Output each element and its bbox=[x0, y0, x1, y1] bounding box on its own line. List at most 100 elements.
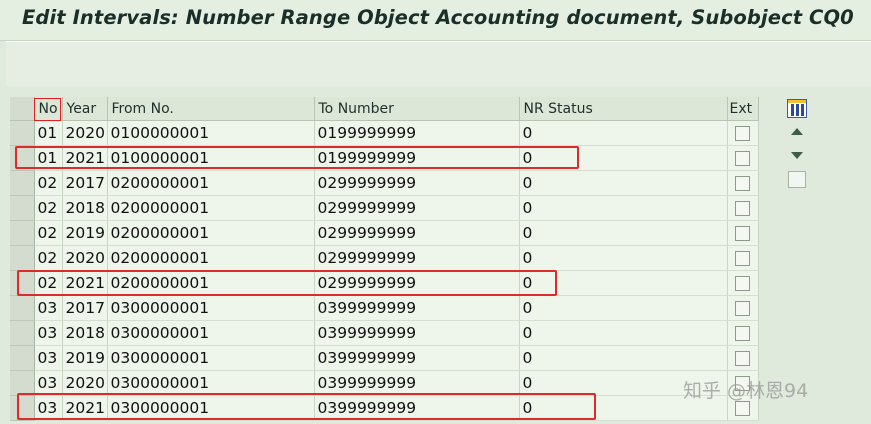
cell-no[interactable]: 03 bbox=[34, 320, 63, 346]
cell-year[interactable]: 2021 bbox=[62, 270, 108, 296]
ext-checkbox[interactable] bbox=[735, 351, 750, 366]
row-selector[interactable] bbox=[10, 270, 35, 296]
cell-nr-status[interactable]: 0 bbox=[519, 195, 728, 221]
ext-checkbox[interactable] bbox=[735, 251, 750, 266]
cell-to-number[interactable]: 0399999999 bbox=[314, 370, 520, 396]
cell-from-no[interactable]: 0200000001 bbox=[107, 270, 315, 296]
row-selector[interactable] bbox=[10, 295, 35, 321]
cell-nr-status[interactable]: 0 bbox=[519, 220, 728, 246]
cell-no[interactable]: 01 bbox=[34, 120, 63, 146]
cell-to-number[interactable]: 0399999999 bbox=[314, 295, 520, 321]
cell-year[interactable]: 2019 bbox=[62, 220, 108, 246]
row-selector[interactable] bbox=[10, 195, 35, 221]
cell-nr-status[interactable]: 0 bbox=[519, 245, 728, 271]
select-all-cell[interactable] bbox=[10, 97, 35, 121]
cell-no[interactable]: 02 bbox=[34, 170, 63, 196]
cell-from-no[interactable]: 0200000001 bbox=[107, 195, 315, 221]
cell-to-number[interactable]: 0299999999 bbox=[314, 170, 520, 196]
cell-from-no[interactable]: 0300000001 bbox=[107, 370, 315, 396]
cell-to-number[interactable]: 0199999999 bbox=[314, 145, 520, 171]
row-selector[interactable] bbox=[10, 320, 35, 346]
cell-from-no[interactable]: 0300000001 bbox=[107, 395, 315, 421]
cell-nr-status[interactable]: 0 bbox=[519, 345, 728, 371]
row-selector[interactable] bbox=[10, 395, 35, 421]
cell-no[interactable]: 02 bbox=[34, 245, 63, 271]
row-selector[interactable] bbox=[10, 245, 35, 271]
ext-checkbox[interactable] bbox=[735, 276, 750, 291]
cell-year[interactable]: 2020 bbox=[62, 370, 108, 396]
row-selector[interactable] bbox=[10, 220, 35, 246]
row-selector[interactable] bbox=[10, 345, 35, 371]
column-config-icon[interactable] bbox=[787, 99, 807, 118]
cell-from-no[interactable]: 0100000001 bbox=[107, 120, 315, 146]
cell-year[interactable]: 2018 bbox=[62, 320, 108, 346]
cell-year[interactable]: 2021 bbox=[62, 395, 108, 421]
column-header-ext[interactable]: Ext bbox=[727, 97, 759, 121]
ext-checkbox[interactable] bbox=[735, 201, 750, 216]
cell-from-no[interactable]: 0100000001 bbox=[107, 145, 315, 171]
ext-checkbox[interactable] bbox=[735, 226, 750, 241]
cell-from-no[interactable]: 0300000001 bbox=[107, 295, 315, 321]
table-row: 02 2017 0200000001 0299999999 0 bbox=[10, 170, 759, 196]
cell-no[interactable]: 02 bbox=[34, 195, 63, 221]
table-row: 03 2021 0300000001 0399999999 0 bbox=[10, 395, 759, 421]
row-selector[interactable] bbox=[10, 120, 35, 146]
row-selector[interactable] bbox=[10, 170, 35, 196]
cell-to-number[interactable]: 0399999999 bbox=[314, 395, 520, 421]
cell-ext bbox=[727, 295, 759, 321]
cell-to-number[interactable]: 0299999999 bbox=[314, 270, 520, 296]
cell-nr-status[interactable]: 0 bbox=[519, 320, 728, 346]
cell-to-number[interactable]: 0199999999 bbox=[314, 120, 520, 146]
cell-year[interactable]: 2020 bbox=[62, 245, 108, 271]
cell-to-number[interactable]: 0299999999 bbox=[314, 220, 520, 246]
cell-ext bbox=[727, 345, 759, 371]
cell-to-number[interactable]: 0299999999 bbox=[314, 195, 520, 221]
column-header-year[interactable]: Year bbox=[62, 97, 108, 121]
arrow-down-icon[interactable] bbox=[791, 152, 803, 159]
cell-from-no[interactable]: 0200000001 bbox=[107, 245, 315, 271]
scrollbar-thumb[interactable] bbox=[788, 171, 806, 188]
column-header-to-number[interactable]: To Number bbox=[314, 97, 520, 121]
cell-year[interactable]: 2019 bbox=[62, 345, 108, 371]
cell-no[interactable]: 03 bbox=[34, 395, 63, 421]
cell-nr-status[interactable]: 0 bbox=[519, 270, 728, 296]
table-row: 03 2018 0300000001 0399999999 0 bbox=[10, 320, 759, 346]
cell-to-number[interactable]: 0399999999 bbox=[314, 320, 520, 346]
cell-year[interactable]: 2017 bbox=[62, 295, 108, 321]
cell-from-no[interactable]: 0300000001 bbox=[107, 345, 315, 371]
cell-no[interactable]: 03 bbox=[34, 345, 63, 371]
cell-year[interactable]: 2021 bbox=[62, 145, 108, 171]
column-header-nr-status[interactable]: NR Status bbox=[519, 97, 728, 121]
cell-no[interactable]: 02 bbox=[34, 270, 63, 296]
cell-to-number[interactable]: 0299999999 bbox=[314, 245, 520, 271]
ext-checkbox[interactable] bbox=[735, 301, 750, 316]
table-row: 01 2021 0100000001 0199999999 0 bbox=[10, 145, 759, 171]
ext-checkbox[interactable] bbox=[735, 401, 750, 416]
table-row: 02 2020 0200000001 0299999999 0 bbox=[10, 245, 759, 271]
cell-no[interactable]: 02 bbox=[34, 220, 63, 246]
column-header-from-no[interactable]: From No. bbox=[107, 97, 315, 121]
cell-year[interactable]: 2018 bbox=[62, 195, 108, 221]
cell-from-no[interactable]: 0200000001 bbox=[107, 220, 315, 246]
cell-nr-status[interactable]: 0 bbox=[519, 120, 728, 146]
cell-from-no[interactable]: 0300000001 bbox=[107, 320, 315, 346]
ext-checkbox[interactable] bbox=[735, 151, 750, 166]
column-header-no[interactable]: No bbox=[34, 97, 63, 121]
row-selector[interactable] bbox=[10, 145, 35, 171]
arrow-up-icon[interactable] bbox=[791, 128, 803, 135]
ext-checkbox[interactable] bbox=[735, 176, 750, 191]
cell-no[interactable]: 03 bbox=[34, 295, 63, 321]
ext-checkbox[interactable] bbox=[735, 126, 750, 141]
cell-no[interactable]: 03 bbox=[34, 370, 63, 396]
cell-year[interactable]: 2017 bbox=[62, 170, 108, 196]
cell-from-no[interactable]: 0200000001 bbox=[107, 170, 315, 196]
cell-nr-status[interactable]: 0 bbox=[519, 145, 728, 171]
cell-nr-status[interactable]: 0 bbox=[519, 170, 728, 196]
ext-checkbox[interactable] bbox=[735, 326, 750, 341]
row-selector[interactable] bbox=[10, 370, 35, 396]
cell-year[interactable]: 2020 bbox=[62, 120, 108, 146]
cell-nr-status[interactable]: 0 bbox=[519, 295, 728, 321]
cell-ext bbox=[727, 170, 759, 196]
cell-to-number[interactable]: 0399999999 bbox=[314, 345, 520, 371]
cell-no[interactable]: 01 bbox=[34, 145, 63, 171]
